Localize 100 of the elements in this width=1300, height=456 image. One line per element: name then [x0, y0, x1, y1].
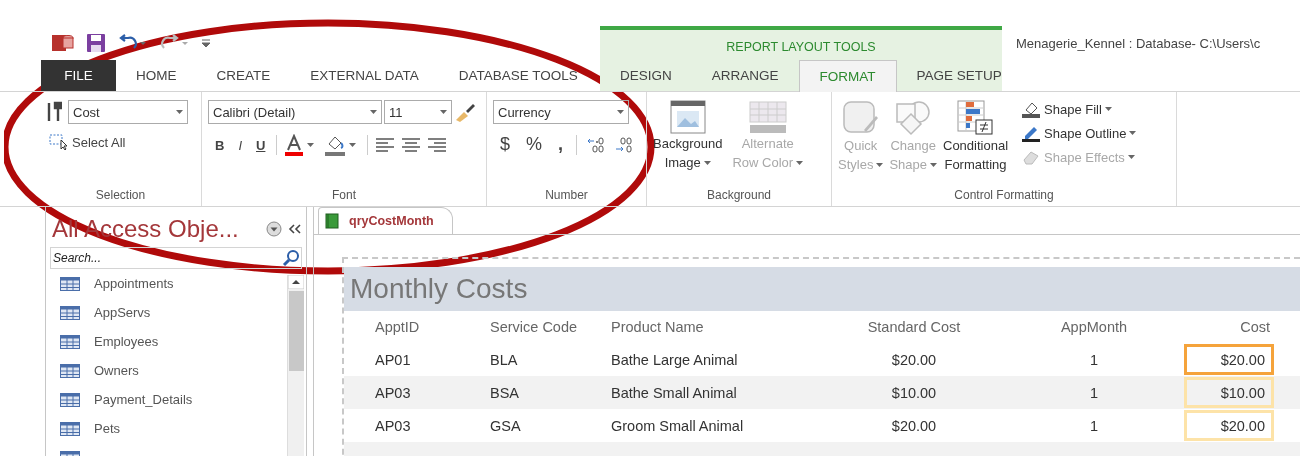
table-icon [60, 363, 80, 378]
navigation-item[interactable]: Payment_Details [60, 385, 287, 414]
ribbon-tab[interactable]: DESIGN [600, 60, 692, 91]
table-cell[interactable]: $20.00 [1184, 410, 1274, 441]
caret-icon [930, 162, 937, 167]
table-cell[interactable]: $20.00 [1184, 344, 1274, 375]
currency-button[interactable]: $ [497, 134, 513, 155]
percent-button[interactable]: % [523, 134, 546, 155]
object-dropdown[interactable]: Cost [68, 100, 188, 124]
ribbon-tab[interactable]: HOME [116, 60, 197, 91]
table-cell-text: BSA [489, 383, 520, 403]
pen-outline-icon [1021, 124, 1042, 142]
ribbon-tab[interactable]: CREATE [196, 60, 291, 91]
navigation-item[interactable]: Owners [60, 356, 287, 385]
format-painter-icon[interactable] [454, 102, 476, 122]
table-rows-icon [747, 100, 788, 134]
caret-icon [1129, 131, 1137, 135]
document-tab[interactable]: qryCostMonth [318, 207, 453, 234]
italic-button[interactable]: I [235, 137, 245, 153]
align-left-icon[interactable] [376, 138, 395, 152]
caret-icon [617, 110, 624, 114]
align-right-icon[interactable] [428, 138, 447, 152]
table-cell-text: $20.00 [890, 350, 938, 370]
table-cell-text: GSA [489, 416, 522, 436]
increase-decimals-icon[interactable] [587, 135, 606, 154]
font-name-dropdown[interactable]: Calibri (Detail) [208, 100, 382, 124]
comma-button[interactable]: , [555, 134, 567, 155]
caret-icon [440, 110, 447, 114]
table-cell-text: $10.00 [890, 383, 938, 403]
database-app-icon[interactable] [52, 33, 74, 53]
table-cell-text: AP03 [374, 383, 412, 403]
collapse-icon[interactable] [288, 223, 302, 235]
table-cell-text: 1 [1088, 383, 1100, 403]
dropdown-circle-icon[interactable] [266, 221, 282, 237]
decrease-decimals-icon[interactable] [615, 135, 634, 154]
conditional-format-icon [955, 100, 996, 136]
group-label: Background [706, 188, 771, 204]
contextual-tab-group-label: REPORT LAYOUT TOOLS [600, 26, 1002, 60]
ribbon-button[interactable]: Shape Fill [1018, 100, 1140, 118]
tools-icon [46, 101, 62, 123]
caret-icon [370, 110, 377, 114]
undo-icon[interactable] [118, 34, 148, 52]
ribbon-button[interactable]: Shape Outline [1018, 124, 1140, 142]
table-cell-text: $20.00 [890, 416, 938, 436]
column-header: AppMonth [1059, 318, 1129, 337]
ribbon-tab[interactable]: EXTERNAL DATA [290, 60, 439, 91]
window-title: Menagerie_Kennel : Database- C:\Users\c [1015, 35, 1262, 53]
scrollbar-thumb[interactable] [288, 291, 304, 371]
ribbon-tab[interactable]: FILE [41, 60, 116, 91]
table-icon [60, 305, 80, 320]
bold-button[interactable]: B [212, 137, 228, 153]
column-header: ApptID [374, 318, 421, 337]
table-cell-text: BLA [489, 350, 519, 370]
caret-icon [703, 160, 711, 165]
table-icon [60, 276, 80, 291]
table-icon [60, 421, 80, 436]
navigation-item[interactable]: Employees [60, 327, 287, 356]
table-cell-text: AP03 [374, 416, 412, 436]
caret-icon [1127, 155, 1135, 159]
align-center-icon[interactable] [402, 138, 421, 152]
table-icon [60, 334, 80, 349]
ribbon-tab[interactable]: FORMAT [798, 60, 897, 92]
navigation-item[interactable]: Appointments [60, 269, 287, 298]
number-format-dropdown[interactable]: Currency [493, 100, 629, 124]
report-icon [325, 213, 339, 229]
select-all-button[interactable]: Select All [46, 134, 129, 150]
picture-frame-icon [669, 100, 706, 134]
table-cell-text: Bathe Large Animal [610, 350, 739, 370]
column-header: Standard Cost [866, 318, 962, 337]
ribbon-button[interactable]: Conditional Formatting [943, 100, 1009, 188]
caret-icon [176, 110, 183, 114]
group-label: Control Formatting [954, 188, 1054, 204]
table-cell[interactable]: $10.00 [1184, 377, 1274, 408]
column-header: Product Name [610, 318, 705, 337]
table-cell-text: Groom Small Animal [610, 416, 745, 436]
table-cell-text: AP01 [374, 350, 412, 370]
selection-cursor-icon [49, 134, 69, 150]
navigation-item[interactable]: AppServs [60, 298, 287, 327]
paint-bucket-icon [1021, 100, 1042, 118]
ribbon-tab[interactable]: ARRANGE [691, 60, 799, 91]
table-cell-text: 1 [1088, 416, 1100, 436]
customize-toolbar-icon[interactable] [202, 38, 210, 48]
table-cell-text: 1 [1088, 350, 1100, 370]
navigation-pane-title: All Access Obje... [52, 215, 240, 243]
ribbon-tab[interactable]: PAGE SETUP [896, 60, 1022, 91]
ribbon-tab[interactable]: DATABASE TOOLS [438, 60, 598, 91]
ribbon-button[interactable]: Background Image [653, 100, 723, 188]
table-cell-text: Bathe Small Animal [610, 383, 738, 403]
navigation-item[interactable]: Pets [60, 414, 287, 443]
scroll-up-icon[interactable] [288, 275, 304, 289]
search-field[interactable]: Search... [50, 247, 302, 269]
font-size-dropdown[interactable]: 11 [384, 100, 452, 124]
save-icon[interactable] [86, 33, 106, 53]
group-label: Number [545, 188, 588, 204]
caret-icon [796, 160, 804, 165]
underline-button[interactable]: U [253, 137, 269, 153]
search-icon [282, 249, 300, 267]
column-header: Cost [1239, 318, 1271, 337]
caret-icon [876, 162, 884, 167]
column-header: Service Code [489, 318, 579, 337]
